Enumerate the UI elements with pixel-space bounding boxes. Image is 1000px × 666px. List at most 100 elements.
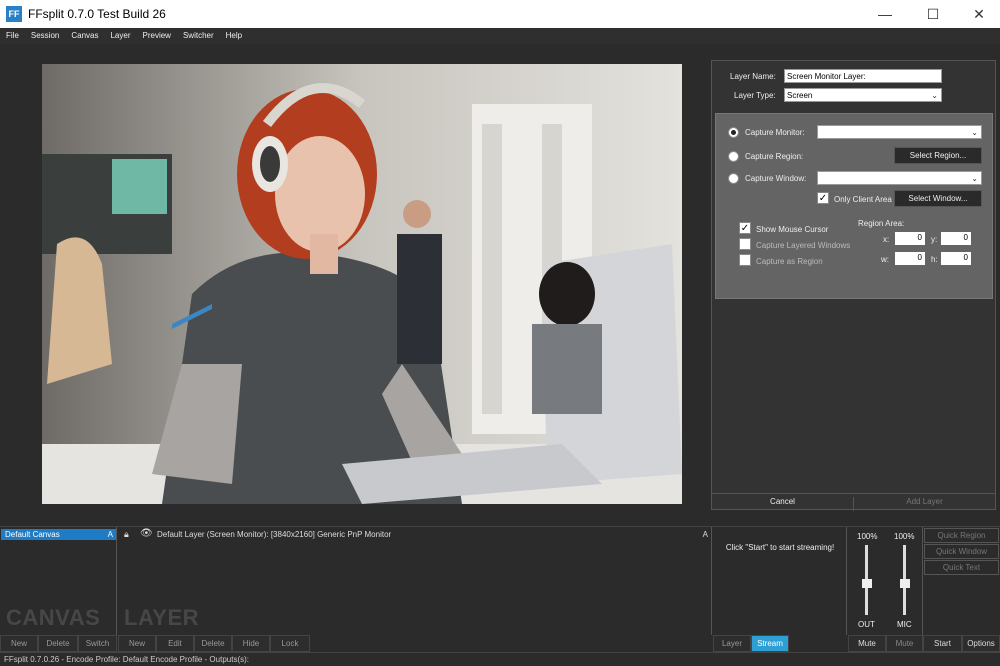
canvas-list[interactable]: Default Canvas A CANVAS — [0, 527, 117, 635]
start-button[interactable]: Start — [923, 635, 962, 652]
add-layer-button[interactable]: Add Layer — [854, 497, 995, 506]
chevron-down-icon: ⌄ — [971, 128, 978, 137]
panel-footer: Cancel Add Layer — [712, 493, 995, 511]
close-button[interactable]: ✕ — [964, 4, 994, 24]
menu-switcher[interactable]: Switcher — [177, 28, 220, 44]
window-title: FFsplit 0.7.0 Test Build 26 — [28, 7, 166, 21]
capture-layered-windows-checkbox[interactable] — [739, 238, 751, 250]
eye-icon[interactable]: 👁︎ — [140, 528, 153, 539]
capture-monitor-radio[interactable] — [728, 127, 739, 138]
capture-window-label: Capture Window: — [745, 174, 807, 183]
capture-monitor-select[interactable]: ⌄ — [817, 125, 982, 139]
region-area-label: Region Area: — [858, 219, 905, 228]
audio-mixer: 100% 100% OUT MIC — [848, 527, 923, 635]
layer-lock-button[interactable]: Lock — [270, 635, 310, 652]
canvas-preview-image[interactable] — [42, 64, 682, 504]
menu-file[interactable]: File — [0, 28, 25, 44]
options-button[interactable]: Options — [962, 635, 1000, 652]
layer-new-button[interactable]: New — [118, 635, 156, 652]
layer-list[interactable]: 🔒︎ 👁︎ Default Layer (Screen Monitor): [3… — [118, 527, 712, 635]
preview-area — [0, 44, 710, 526]
canvas-item-default[interactable]: Default Canvas A — [1, 529, 116, 540]
layer-type-value: Screen — [787, 91, 813, 100]
mic-label: MIC — [897, 620, 912, 629]
h-label: h: — [931, 255, 938, 264]
layer-name-label: Layer Name: — [730, 72, 776, 81]
capture-region-radio[interactable] — [728, 151, 739, 162]
mic-volume-slider[interactable] — [900, 545, 910, 615]
layer-edit-button[interactable]: Edit — [156, 635, 194, 652]
mute-mic-button[interactable]: Mute — [886, 635, 923, 652]
layer-hide-button[interactable]: Hide — [232, 635, 270, 652]
w-label: w: — [881, 255, 889, 264]
layer-row-label: Default Layer (Screen Monitor): [3840x21… — [157, 530, 392, 539]
layer-watermark: LAYER — [124, 605, 200, 630]
cancel-button[interactable]: Cancel — [712, 497, 854, 511]
y-label: y: — [931, 235, 938, 244]
sort-icon[interactable]: A — [703, 530, 708, 539]
canvas-item-label: Default Canvas — [5, 530, 60, 539]
show-mouse-cursor-checkbox[interactable]: ✓ — [739, 222, 751, 234]
show-mouse-cursor-label: Show Mouse Cursor — [756, 225, 829, 234]
layer-type-label: Layer Type: — [734, 91, 776, 100]
minimize-button[interactable]: — — [870, 4, 900, 24]
status-bar: FFsplit 0.7.0.26 - Encode Profile: Defau… — [0, 652, 1000, 666]
capture-window-select[interactable]: ⌄ — [817, 171, 982, 185]
capture-as-region-label: Capture as Region — [756, 257, 823, 266]
canvas-new-button[interactable]: New — [0, 635, 38, 652]
only-client-area-label: Only Client Area — [834, 195, 892, 204]
capture-monitor-label: Capture Monitor: — [745, 128, 805, 137]
stream-message: Click "Start" to start streaming! — [725, 543, 835, 552]
only-client-area-checkbox[interactable]: ✓ — [817, 192, 829, 204]
layer-name-input[interactable]: Screen Monitor Layer: — [784, 69, 942, 83]
quick-region-button[interactable]: Quick Region — [924, 528, 999, 543]
quick-actions: Quick Region Quick Window Quick Text — [923, 527, 1000, 635]
region-y-input[interactable]: 0 — [941, 232, 971, 245]
canvas-watermark: CANVAS — [6, 605, 101, 630]
menu-layer[interactable]: Layer — [104, 28, 136, 44]
layer-properties-panel: Layer Name: Screen Monitor Layer: Layer … — [711, 60, 996, 511]
bottom-dock: Default Canvas A CANVAS 🔒︎ 👁︎ Default La… — [0, 526, 1000, 652]
out-volume-slider[interactable] — [862, 545, 872, 615]
menu-bar: File Session Canvas Layer Preview Switch… — [0, 28, 1000, 44]
canvas-switch-button[interactable]: Switch — [78, 635, 117, 652]
menu-canvas[interactable]: Canvas — [65, 28, 104, 44]
out-slider-handle[interactable] — [862, 579, 872, 588]
out-volume-percent: 100% — [857, 532, 878, 541]
app-logo-icon: FF — [6, 6, 22, 22]
chevron-down-icon: ⌄ — [971, 174, 978, 183]
menu-preview[interactable]: Preview — [137, 28, 177, 44]
layer-delete-button[interactable]: Delete — [194, 635, 232, 652]
capture-window-radio[interactable] — [728, 173, 739, 184]
quick-text-button[interactable]: Quick Text — [924, 560, 999, 575]
out-label: OUT — [858, 620, 875, 629]
chevron-down-icon: ⌄ — [931, 91, 938, 100]
region-w-input[interactable]: 0 — [895, 252, 925, 265]
tab-stream[interactable]: Stream — [751, 635, 789, 652]
region-x-input[interactable]: 0 — [895, 232, 925, 245]
maximize-button[interactable]: ☐ — [918, 4, 948, 24]
canvas-delete-button[interactable]: Delete — [38, 635, 78, 652]
stream-status-box: Click "Start" to start streaming! — [713, 527, 847, 635]
select-window-button[interactable]: Select Window... — [894, 190, 982, 207]
capture-region-label: Capture Region: — [745, 152, 804, 161]
quick-window-button[interactable]: Quick Window — [924, 544, 999, 559]
capture-options-box: Capture Monitor: ⌄ Capture Region: Selec… — [715, 113, 993, 299]
preview-photo — [42, 64, 682, 504]
lock-icon[interactable]: 🔒︎ — [124, 529, 129, 540]
layer-row[interactable]: 🔒︎ 👁︎ Default Layer (Screen Monitor): [3… — [122, 528, 708, 541]
menu-help[interactable]: Help — [220, 28, 248, 44]
menu-session[interactable]: Session — [25, 28, 65, 44]
title-bar: FF FFsplit 0.7.0 Test Build 26 — ☐ ✕ — [0, 0, 1000, 28]
x-label: x: — [883, 235, 890, 244]
select-region-button[interactable]: Select Region... — [894, 147, 982, 164]
capture-layered-windows-label: Capture Layered Windows — [756, 241, 851, 250]
mic-volume-percent: 100% — [894, 532, 915, 541]
capture-as-region-checkbox[interactable] — [739, 254, 751, 266]
layer-type-select[interactable]: Screen ⌄ — [784, 88, 942, 102]
tab-layer[interactable]: Layer — [713, 635, 751, 652]
region-h-input[interactable]: 0 — [941, 252, 971, 265]
mic-slider-handle[interactable] — [900, 579, 910, 588]
mute-out-button[interactable]: Mute — [848, 635, 886, 652]
sort-icon[interactable]: A — [108, 529, 113, 540]
